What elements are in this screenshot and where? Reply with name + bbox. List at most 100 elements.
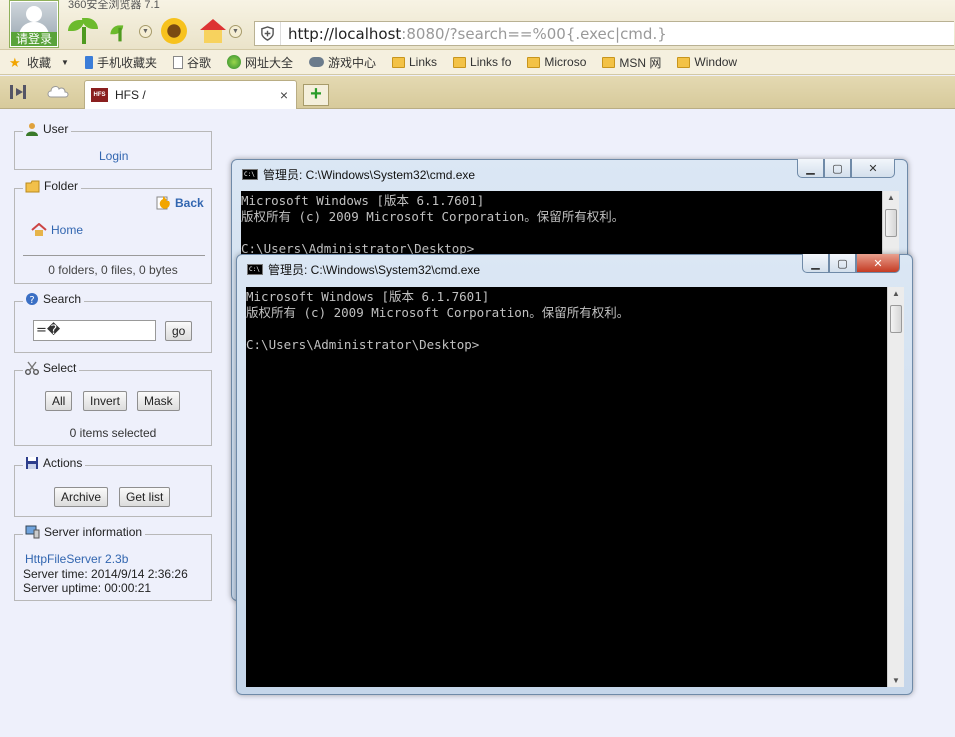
address-bar[interactable]: http://localhost:8080/?search==%00{.exec…	[254, 21, 954, 46]
shield-icon[interactable]	[255, 22, 281, 45]
server-uptime: Server uptime: 00:00:21	[23, 581, 152, 595]
browser-title: 360安全浏览器 7.1	[68, 0, 160, 11]
maximize-button[interactable]: ▢	[829, 254, 856, 273]
sprout-small-icon	[107, 21, 133, 42]
bookmark-item[interactable]: 谷歌	[172, 54, 211, 71]
url-host: http://localhost	[288, 24, 402, 43]
console-output[interactable]: Microsoft Windows [版本 6.1.7601] 版权所有 (c) …	[246, 287, 887, 687]
bookmark-item[interactable]: 手机收藏夹	[84, 54, 157, 71]
select-panel: Select All Invert Mask 0 items selected	[14, 361, 212, 446]
back-icon	[156, 196, 170, 210]
sprout-small-button[interactable]: ▼	[104, 16, 152, 46]
page-icon	[172, 55, 183, 69]
chevron-down-icon[interactable]: ▼	[61, 58, 69, 67]
bookmark-favorites[interactable]: ★ 收藏 ▼	[9, 54, 69, 71]
new-tab-button[interactable]: +	[303, 84, 329, 106]
folder-panel: Folder Back Home 0 folders, 0 files, 0 b…	[14, 179, 212, 284]
chevron-down-icon[interactable]: ▼	[139, 24, 152, 38]
close-button[interactable]: ✕	[851, 159, 895, 178]
close-icon[interactable]: ×	[280, 87, 288, 103]
login-label: 请登录	[11, 32, 57, 46]
go-button[interactable]: go	[165, 321, 193, 341]
scissors-icon	[25, 361, 39, 375]
select-all-button[interactable]: All	[45, 391, 73, 411]
bookmarks-bar: ★ 收藏 ▼ 手机收藏夹 谷歌 网址大全 游戏中心 Links Links fo M…	[0, 50, 955, 75]
bookmark-item[interactable]: Links fo	[453, 55, 511, 69]
folder-legend: Folder	[44, 179, 79, 193]
home-link[interactable]: Home	[31, 223, 83, 237]
login-link[interactable]: Login	[99, 149, 128, 163]
tab-label: HFS /	[115, 88, 146, 102]
bookmark-item[interactable]: MSN 网	[602, 54, 661, 71]
sprout-button[interactable]	[68, 16, 100, 46]
address-url[interactable]: http://localhost:8080/?search==%00{.exec…	[281, 25, 667, 43]
user-panel: User Login	[14, 122, 212, 170]
mask-button[interactable]: Mask	[137, 391, 180, 411]
minimize-button[interactable]: ▁	[797, 159, 824, 178]
tab-bar: HFS HFS / × +	[0, 76, 955, 109]
sunflower-button[interactable]	[161, 16, 187, 46]
avatar-button[interactable]: 请登录	[9, 0, 59, 48]
selection-status: 0 items selected	[69, 426, 157, 440]
bookmark-item[interactable]: 游戏中心	[308, 54, 376, 71]
sprout-icon	[68, 18, 100, 44]
actions-legend: Actions	[43, 456, 83, 470]
window-title: 管理员: C:\Windows\System32\cmd.exe	[268, 263, 481, 277]
floppy-icon	[26, 457, 38, 469]
server-legend: Server information	[44, 525, 143, 539]
folder-icon	[677, 56, 691, 68]
scrollbar[interactable]: ▲ ▼	[887, 287, 904, 687]
scroll-up-icon[interactable]: ▲	[883, 193, 899, 202]
folder-icon	[25, 180, 40, 192]
url-rest: :8080/?search==%00{.exec|cmd.}	[401, 24, 667, 43]
sunflower-icon	[161, 18, 187, 44]
server-version-link[interactable]: HttpFileServer 2.3b	[25, 552, 128, 566]
bookmark-item[interactable]: 网址大全	[226, 54, 293, 71]
cloud-icon[interactable]	[46, 84, 70, 98]
star-icon: ★	[9, 54, 21, 70]
search-panel: ? Search =� go	[14, 292, 212, 353]
archive-button[interactable]: Archive	[54, 487, 109, 507]
scroll-thumb[interactable]	[885, 209, 897, 237]
tab-hfs[interactable]: HFS HFS / ×	[84, 80, 297, 109]
minimize-button[interactable]: ▁	[802, 254, 829, 273]
chevron-down-icon[interactable]: ▼	[229, 24, 242, 38]
home-button[interactable]: ▼	[200, 16, 242, 46]
scroll-thumb[interactable]	[890, 305, 902, 333]
folder-stats: 0 folders, 0 files, 0 bytes	[48, 263, 178, 277]
search-input[interactable]: =�	[33, 320, 156, 341]
cmd-icon: C:\	[242, 169, 258, 180]
home-icon	[200, 19, 226, 43]
close-button[interactable]: ✕	[856, 254, 900, 273]
divider	[23, 255, 205, 256]
search-icon: ?	[26, 293, 38, 306]
server-icon	[25, 525, 40, 539]
scroll-up-icon[interactable]: ▲	[888, 289, 904, 298]
get-list-button[interactable]: Get list	[119, 487, 171, 507]
bookmark-item[interactable]: Links	[392, 55, 437, 69]
avatar-icon	[11, 2, 57, 36]
sidebar-toggle-icon[interactable]	[8, 82, 30, 102]
server-time: Server time: 2014/9/14 2:36:26	[23, 567, 188, 581]
user-legend: User	[43, 122, 69, 136]
actions-panel: Actions Archive Get list	[14, 456, 212, 517]
window-title: 管理员: C:\Windows\System32\cmd.exe	[263, 168, 476, 182]
invert-button[interactable]: Invert	[83, 391, 128, 411]
select-legend: Select	[43, 361, 77, 375]
hfs-logo-icon: HFS	[91, 88, 108, 102]
maximize-button[interactable]: ▢	[824, 159, 851, 178]
gamepad-icon	[308, 57, 324, 67]
search-legend: Search	[43, 292, 82, 306]
bookmark-item[interactable]: Window	[677, 55, 737, 69]
folder-icon	[453, 56, 467, 68]
browser-toolbar: 360安全浏览器 7.1 请登录 ▼ ▼ http://localhost:80…	[0, 0, 955, 50]
home-link-icon	[31, 223, 47, 236]
folder-icon	[527, 56, 541, 68]
server-info-panel: Server information HttpFileServer 2.3b S…	[14, 525, 212, 601]
back-link[interactable]: Back	[155, 195, 204, 211]
cmd-icon: C:\	[247, 264, 263, 275]
cmd-window-front[interactable]: C:\ 管理员: C:\Windows\System32\cmd.exe ▁ ▢…	[236, 254, 913, 695]
bookmark-item[interactable]: Microso	[527, 55, 586, 69]
svg-text:?: ?	[29, 295, 34, 306]
scroll-down-icon[interactable]: ▼	[888, 676, 904, 685]
